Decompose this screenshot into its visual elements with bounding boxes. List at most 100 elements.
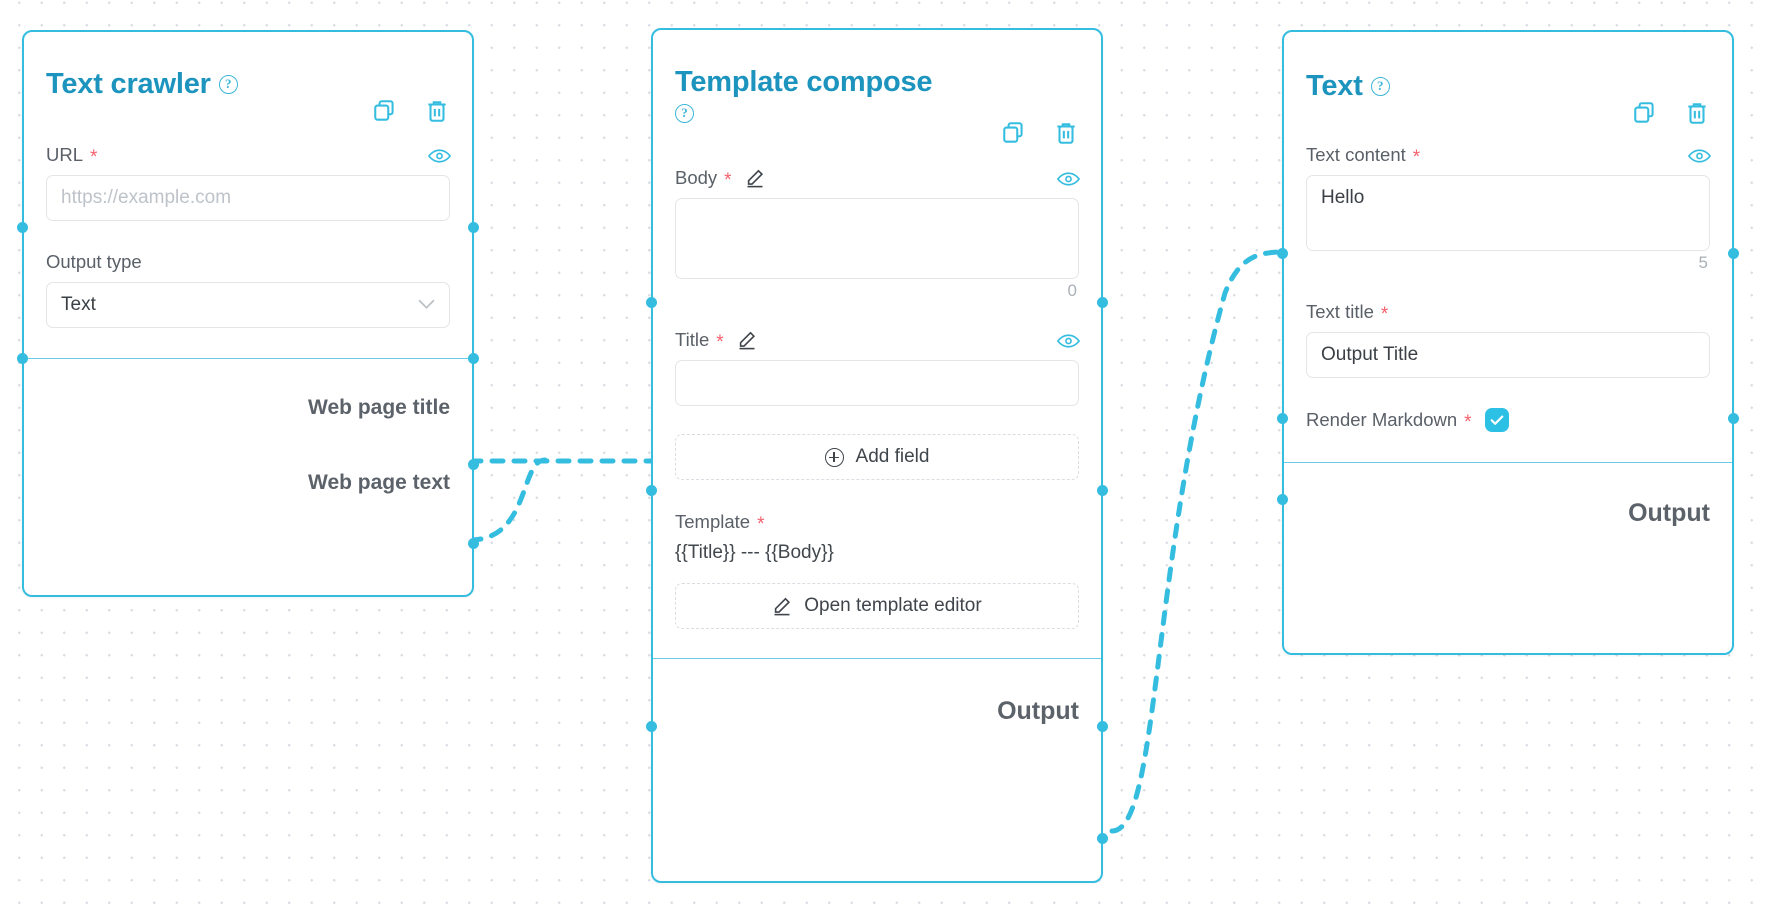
label-text: Text title [1306,301,1374,323]
open-editor-wrapper: Open template editor [653,583,1101,630]
text-content-textarea[interactable]: Hello [1306,175,1710,252]
input-port-render-markdown[interactable] [1277,494,1288,505]
port-template-right[interactable] [1097,721,1108,732]
required-marker: * [90,147,98,169]
output-port-label-webpagetitle: Web page title [308,396,450,420]
input-port-output-type[interactable] [17,353,28,364]
text-title-input[interactable]: Output Title [1306,332,1710,379]
input-port-url[interactable] [17,222,28,233]
label-text: Body [675,167,718,189]
node-title: Text crawler [46,68,211,100]
copy-icon[interactable] [1001,120,1027,148]
output-type-select[interactable]: Text [46,282,450,329]
help-circle-icon[interactable]: ? [675,104,694,124]
port-url-right[interactable] [468,222,479,233]
port-text-title-right[interactable] [1728,413,1739,424]
required-marker: * [1380,304,1389,326]
body-char-counter: 0 [1067,281,1077,301]
pencil-icon[interactable] [745,168,765,188]
node-text[interactable]: Text? Text content * Hello 5 Text title … [1277,30,1739,655]
field-render-markdown: Render Markdown * [1284,408,1732,433]
label-text: Template [675,511,751,533]
eye-icon[interactable] [1056,170,1081,187]
field-label-url: URL * [46,144,452,169]
field-label-body: Body * [675,167,1081,190]
field-body: Body * 0 [653,167,1101,301]
help-circle-icon[interactable]: ? [1370,77,1390,96]
edge-webpagetext-to-body [467,457,548,543]
input-port-template[interactable] [646,721,657,732]
text-content-value: Hello [1321,187,1365,209]
url-placeholder: https://example.com [61,187,232,209]
node-title: Text [1306,70,1363,102]
field-text-content: Text content * Hello 5 [1284,144,1732,273]
checkbox-checked-icon[interactable] [1484,408,1509,433]
required-marker: * [1412,147,1421,169]
node-text-crawler[interactable]: Text crawler? URL * https://example.com … [17,30,479,597]
input-port-text-title[interactable] [1277,413,1288,424]
pencil-icon[interactable] [737,330,757,350]
port-output-type-right[interactable] [468,353,479,364]
field-label-render-markdown: Render Markdown * [1306,408,1710,433]
required-marker: * [716,332,724,354]
node-title: Template compose [675,66,933,98]
field-template: Template * [653,511,1101,536]
help-circle-icon[interactable]: ? [218,75,238,94]
output-port-label-output: Output [1628,499,1710,528]
node-header: Text crawler? [24,32,472,122]
port-body-right[interactable] [1097,297,1108,308]
input-port-title[interactable] [646,485,657,496]
trash-icon[interactable] [424,98,450,126]
trash-icon[interactable] [1053,120,1079,148]
text-content-char-counter: 5 [1698,253,1708,273]
required-marker: * [757,514,765,536]
field-label-text-content: Text content * [1306,144,1712,169]
eye-icon[interactable] [427,147,452,164]
workflow-canvas[interactable]: Text crawler? URL * https://example.com … [0,0,1768,923]
input-port-text-content[interactable] [1277,248,1288,259]
pencil-icon [772,596,792,616]
add-field-wrapper: Add field [653,434,1101,481]
field-label-text-title: Text title * [1306,301,1710,326]
input-port-body[interactable] [646,297,657,308]
output-port-output[interactable] [1097,833,1108,844]
output-port-label-webpagetext: Web page text [308,471,450,495]
output-port-webpagetitle[interactable] [468,459,479,470]
add-field-button[interactable]: Add field [675,434,1079,481]
field-label-title: Title * [675,329,1081,354]
port-text-content-right[interactable] [1728,248,1739,259]
node-template-compose[interactable]: Template compose ? Body * 0 Title * Add … [646,28,1108,883]
eye-icon[interactable] [1056,332,1081,349]
output-type-value: Text [61,294,96,316]
node-header-actions [1001,120,1079,148]
label-text: URL [46,144,84,166]
plus-circle-icon [824,447,844,467]
label-text: Output type [46,251,142,273]
output-port-label-output: Output [997,697,1079,726]
copy-icon[interactable] [1632,100,1658,128]
title-input[interactable] [675,360,1079,407]
label-text: Text content [1306,144,1406,166]
node-divider [1284,462,1732,464]
node-header: Text? [1284,32,1732,124]
port-title-right[interactable] [1097,485,1108,496]
edge-output-to-textcontent [1109,249,1288,834]
node-header-actions [1632,100,1710,128]
node-divider [653,658,1101,660]
url-input[interactable]: https://example.com [46,175,450,222]
eye-icon[interactable] [1687,147,1712,164]
label-text: Title [675,329,710,351]
open-template-editor-button[interactable]: Open template editor [675,583,1079,630]
output-port-webpagetext[interactable] [468,538,479,549]
field-output-type: Output type Text [24,251,472,329]
body-textarea[interactable] [675,198,1079,280]
copy-icon[interactable] [372,98,398,126]
node-divider [24,358,472,360]
field-title: Title * [653,329,1101,407]
field-label-output-type: Output type [46,251,450,273]
template-value: {{Title}} --- {{Body}} [675,542,834,564]
add-field-label: Add field [855,446,930,468]
field-label-template: Template * [675,511,1079,536]
trash-icon[interactable] [1684,100,1710,128]
label-text: Render Markdown [1306,409,1458,431]
